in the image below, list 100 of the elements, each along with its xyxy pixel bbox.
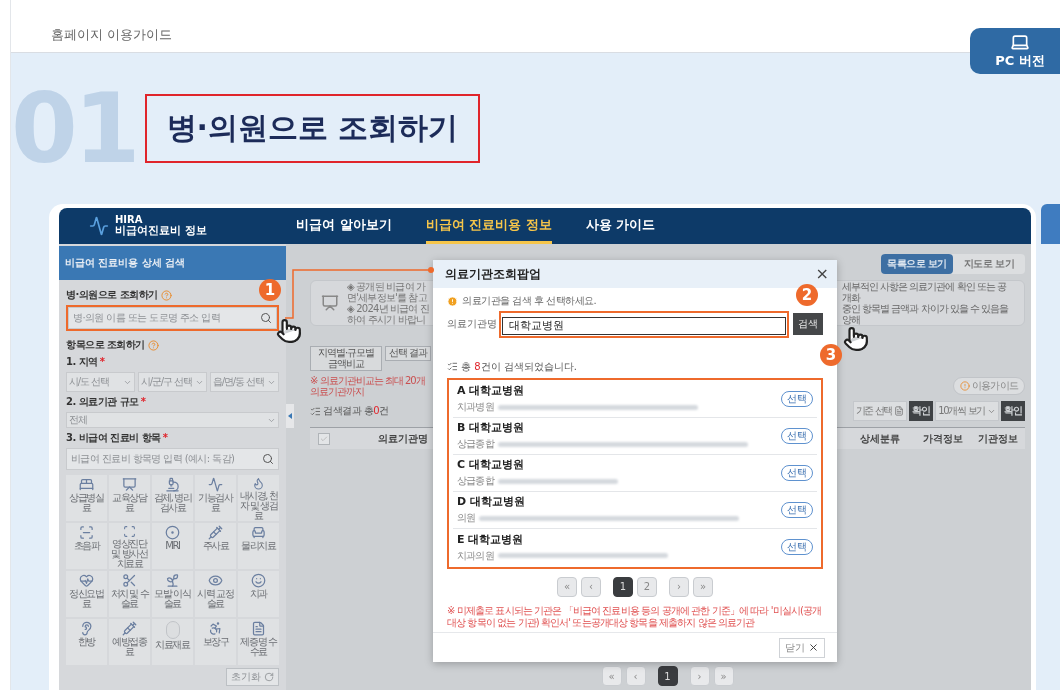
- first-page-button[interactable]: «: [601, 666, 622, 686]
- reset-button[interactable]: 초기화: [226, 668, 279, 686]
- armchair-icon: [251, 525, 266, 540]
- search-icon: [260, 312, 272, 324]
- search-button[interactable]: 검색: [793, 313, 823, 336]
- select-button[interactable]: 선택: [781, 464, 813, 481]
- category-tile[interactable]: 한방: [66, 619, 107, 665]
- card-edge: [1041, 204, 1060, 244]
- category-tile[interactable]: 물리치료: [238, 523, 279, 569]
- first-page-button[interactable]: «: [557, 576, 577, 597]
- region-select[interactable]: 읍/면/동 선택: [210, 372, 279, 392]
- page-button[interactable]: 1: [657, 666, 678, 686]
- document-icon: [251, 621, 266, 636]
- hospital-name: A 대학교병원: [457, 383, 526, 398]
- compare-note: ※ 의료기관비교는 최대 20개 의료기관까지: [310, 375, 426, 397]
- category-tile[interactable]: 보장구: [195, 619, 236, 665]
- notice-text: ◈ 공개된 비급여 가: [347, 281, 427, 292]
- wheelchair-icon: [208, 621, 223, 636]
- check-icon: [320, 434, 328, 443]
- category-tile[interactable]: 내시경, 천자 및 생검료: [238, 475, 279, 521]
- nav-item[interactable]: 사용 가이드: [585, 208, 656, 244]
- guide-button[interactable]: 이용가이드: [953, 377, 1025, 395]
- notice-icon: [321, 294, 339, 312]
- region-select[interactable]: 시/군/구 선택: [138, 372, 207, 392]
- scan-line-icon: [79, 525, 94, 540]
- microscope-icon: [165, 477, 180, 492]
- category-tile[interactable]: 상급병실료: [66, 475, 107, 521]
- section-heading: 항목으로 조회하기: [66, 338, 145, 352]
- hospital-type: 의원: [457, 511, 476, 525]
- field-label: 1. 지역 *: [66, 355, 106, 369]
- category-tile[interactable]: 시력 교정술료: [195, 571, 236, 617]
- view-tab[interactable]: 목록으로 보기: [881, 254, 953, 274]
- target-icon: [165, 525, 180, 540]
- section-title: 병·의원으로 조회하기: [144, 94, 481, 163]
- region-select[interactable]: 시/도 선택: [66, 372, 135, 392]
- column-select[interactable]: 기준 선택: [852, 401, 908, 421]
- close-icon: [808, 642, 819, 653]
- category-tile[interactable]: 예방접종료: [109, 619, 150, 665]
- confirm-button[interactable]: 확인: [1001, 401, 1025, 421]
- category-tile[interactable]: 영상진단 및 방사선치료료: [109, 523, 150, 569]
- category-tile[interactable]: 기능검사료: [195, 475, 236, 521]
- column-header: 기관정보: [976, 431, 1019, 446]
- action-button[interactable]: 지역별·규모별 금액비교: [310, 346, 382, 371]
- category-tile[interactable]: 초음파: [66, 523, 107, 569]
- search-icon: [262, 453, 274, 465]
- presentation-icon: [122, 477, 137, 492]
- sidebar-title: 비급여 진료비용 상세 검색: [59, 246, 286, 280]
- page-button[interactable]: 2: [637, 576, 657, 597]
- alert-icon: [447, 295, 458, 307]
- notice-text: 중인 항목별 금액과 차이가 있을 수 있음을 양해: [842, 303, 1010, 325]
- item-search-field[interactable]: 비급여 진료비 항목명 입력 (예시: 독감): [66, 448, 279, 470]
- select-button[interactable]: 선택: [781, 427, 813, 444]
- category-tile[interactable]: 제증명 수수료: [238, 619, 279, 665]
- hospital-name-field[interactable]: 대학교병원: [499, 311, 789, 338]
- category-tile[interactable]: 검체, 병리 검사료: [152, 475, 193, 521]
- notice-text: 세부적인 사항은 의료기관에 확인 또는 공개화: [842, 281, 1007, 303]
- hospital-type: 치과의원: [457, 548, 494, 563]
- last-page-button[interactable]: »: [713, 666, 734, 686]
- logo-brand: HIRA: [115, 214, 144, 225]
- category-tile[interactable]: 처치 및 수술료: [109, 571, 150, 617]
- logo-subtitle: 비급여진료비 정보: [115, 225, 207, 237]
- category-tile[interactable]: MRI: [152, 523, 193, 569]
- refresh-icon: [264, 672, 274, 682]
- category-tile[interactable]: 주사료: [195, 523, 236, 569]
- category-tile[interactable]: 교육상담료: [109, 475, 150, 521]
- close-popup-button[interactable]: 닫기: [779, 637, 825, 658]
- previous-page-button[interactable]: ‹: [625, 666, 646, 686]
- select-button[interactable]: 선택: [781, 539, 813, 555]
- step-badge: 3: [820, 344, 842, 366]
- select-button[interactable]: 선택: [781, 390, 813, 407]
- hospital-name: B 대학교병원: [457, 420, 526, 435]
- next-page-button[interactable]: ›: [689, 666, 710, 686]
- nav-item[interactable]: 비급여 알아보기: [296, 208, 392, 244]
- view-tab[interactable]: 지도로 보기: [953, 254, 1025, 274]
- previous-page-button[interactable]: ‹: [581, 576, 601, 597]
- syringe-icon: [122, 621, 137, 636]
- header-checkbox[interactable]: [318, 432, 330, 445]
- alert-icon: [960, 381, 970, 391]
- version-tab[interactable]: PC 버전: [970, 28, 1060, 74]
- notice-text: 면'세부정보'를 참고: [347, 292, 428, 303]
- category-tile[interactable]: 정신요법료: [66, 571, 107, 617]
- scan-icon: [122, 525, 137, 538]
- page-button[interactable]: 1: [613, 576, 633, 597]
- next-page-button[interactable]: ›: [669, 576, 689, 597]
- popup-hint: 의료기관을 검색 후 선택하세요.: [462, 294, 597, 308]
- action-button[interactable]: 선택 결과: [385, 346, 432, 361]
- confirm-button[interactable]: 확인: [909, 401, 934, 421]
- page-size-select[interactable]: 10개씩 보기: [935, 401, 999, 421]
- search-field[interactable]: 병·의원 이름 또는 도로명 주소 입력: [68, 307, 277, 329]
- close-button[interactable]: ×: [815, 266, 829, 282]
- last-page-button[interactable]: »: [693, 576, 713, 597]
- scale-select[interactable]: 전체: [66, 412, 279, 428]
- collapse-handle[interactable]: [286, 404, 294, 428]
- field-label: 3. 비급여 진료비 항목 *: [66, 431, 169, 445]
- document-icon: [894, 406, 905, 416]
- category-tile[interactable]: 모발 이식술료: [152, 571, 193, 617]
- category-tile[interactable]: 치료재료: [152, 619, 193, 665]
- result-count: 총 8건이 검색되었습니다.: [461, 359, 577, 374]
- select-button[interactable]: 선택: [781, 501, 813, 518]
- category-tile[interactable]: 치과: [238, 571, 279, 617]
